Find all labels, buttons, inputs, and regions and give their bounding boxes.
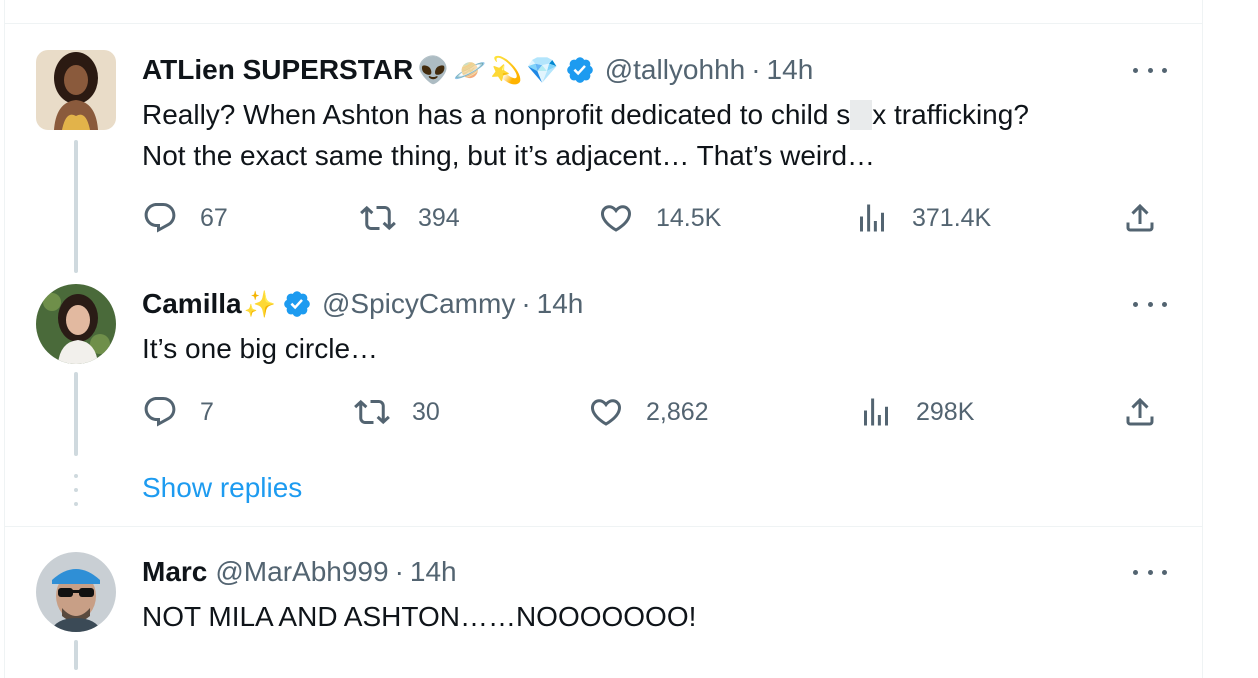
views-count: 298K [916, 397, 975, 426]
timestamp[interactable]: 14h [410, 556, 457, 588]
more-icon[interactable] [1133, 60, 1167, 80]
heart-icon [590, 399, 622, 426]
action-bar: 7 30 2,862 298K [142, 392, 1172, 432]
avatar-marc[interactable] [36, 552, 116, 632]
display-name[interactable]: ATLien SUPERSTAR [142, 54, 413, 86]
avatar-camilla[interactable] [36, 284, 116, 364]
alien-emoji: 👽 [417, 54, 450, 85]
thread-continuation-dots [74, 474, 78, 506]
share-icon [1126, 203, 1154, 232]
divider [4, 526, 1202, 527]
user-handle[interactable]: @tallyohhh [605, 54, 746, 86]
separator-dot: · [751, 54, 761, 85]
retweet-count: 30 [412, 397, 440, 426]
reply-count: 67 [200, 203, 228, 232]
views-button[interactable]: 371.4K [854, 198, 991, 238]
share-button[interactable] [1122, 392, 1158, 432]
tweet-text-line1-part1: Really? When Ashton has a nonprofit dedi… [142, 99, 851, 130]
like-count: 14.5K [656, 203, 722, 232]
censor-block [850, 100, 873, 130]
divider-top [4, 23, 1202, 24]
reply-count: 7 [200, 397, 214, 426]
avatar-atlien-superstar[interactable] [36, 50, 116, 130]
dizzy-star-emoji: 💫 [489, 54, 523, 85]
tweet-text-line1-part2: x trafficking? [872, 99, 1029, 130]
user-handle[interactable]: @SpicyCammy [322, 288, 515, 320]
verified-badge-icon [566, 57, 593, 83]
tweet-text: NOT MILA AND ASHTON……NOOOOOOO! [142, 601, 697, 632]
tweet-text-line2: Not the exact same thing, but it’s adjac… [142, 140, 876, 171]
tweet-text: It’s one big circle… [142, 333, 379, 364]
reply-icon [144, 397, 176, 427]
display-name[interactable]: Camilla [142, 288, 242, 320]
like-button[interactable]: 2,862 [588, 392, 709, 432]
show-replies-link[interactable]: Show replies [142, 472, 302, 504]
views-button[interactable]: 298K [858, 392, 974, 432]
tweet-text: Really? When Ashton has a nonprofit dedi… [142, 94, 1029, 176]
sparkles-emoji: ✨ [243, 288, 276, 319]
retweet-count: 394 [418, 203, 460, 232]
thread-line [74, 372, 78, 456]
reply-button[interactable]: 67 [142, 198, 228, 238]
retweet-icon [360, 205, 396, 231]
share-button[interactable] [1122, 198, 1158, 238]
separator-dot: · [394, 556, 404, 587]
views-count: 371.4K [912, 203, 992, 232]
timestamp[interactable]: 14h [537, 288, 584, 320]
tweet-header: Camilla ✨ @SpicyCammy · 14h [142, 286, 583, 322]
like-button[interactable]: 14.5K [598, 198, 721, 238]
tweet-header: Marc @MarAbh999 · 14h [142, 554, 457, 590]
planet-emoji: 🪐 [453, 54, 486, 85]
reply-button[interactable]: 7 [142, 392, 214, 432]
display-name[interactable]: Marc [142, 556, 207, 588]
reply-icon [144, 203, 176, 233]
timestamp[interactable]: 14h [767, 54, 814, 86]
action-bar: 67 394 14.5K 371.4K [142, 198, 1172, 238]
user-handle[interactable]: @MarAbh999 [215, 556, 388, 588]
gem-emoji: 💎 [526, 54, 559, 85]
retweet-button[interactable]: 30 [354, 392, 440, 432]
thread-line [74, 140, 78, 273]
retweet-button[interactable]: 394 [360, 198, 460, 238]
separator-dot: · [521, 288, 531, 319]
more-icon[interactable] [1133, 294, 1167, 314]
share-icon [1126, 397, 1154, 426]
views-icon [864, 398, 888, 426]
like-count: 2,862 [646, 397, 709, 426]
heart-icon [600, 205, 632, 232]
retweet-icon [354, 399, 390, 425]
more-icon[interactable] [1133, 562, 1167, 582]
thread-line [74, 640, 78, 670]
tweet-header: ATLien SUPERSTAR 👽 🪐 💫 💎 @tallyohhh · 14… [142, 52, 813, 88]
verified-badge-icon [284, 291, 310, 317]
views-icon [860, 204, 884, 232]
